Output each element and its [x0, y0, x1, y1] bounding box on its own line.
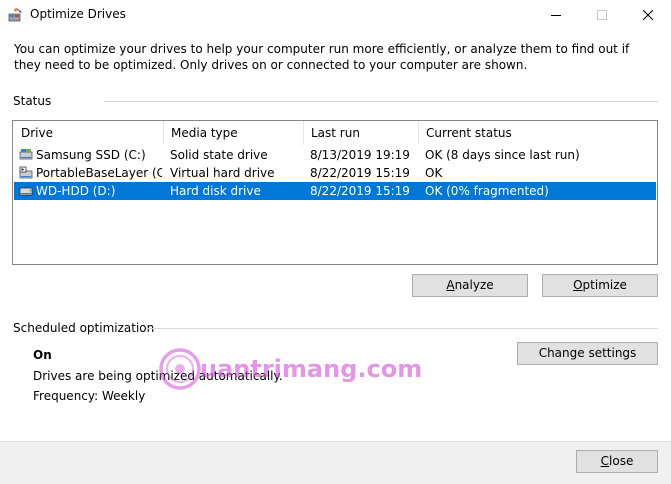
watermark-text: uantrimang.com	[200, 355, 423, 383]
last-run: 8/13/2019 19:19	[310, 148, 410, 162]
column-header-drive[interactable]: Drive	[14, 121, 164, 145]
schedule-state: On	[33, 348, 52, 362]
drive-list[interactable]: Drive Media type Last run Current status…	[12, 120, 658, 265]
current-status: OK (0% fragmented)	[425, 184, 549, 198]
window-title: Optimize Drives	[30, 7, 126, 21]
watermark-circle-icon	[159, 348, 201, 390]
status-section-label: Status	[13, 94, 52, 108]
scheduled-divider	[146, 328, 658, 329]
drive-name: Samsung SSD (C:)	[36, 148, 146, 162]
column-header-last-run[interactable]: Last run	[304, 121, 419, 145]
change-settings-button[interactable]: Change settings	[517, 342, 658, 365]
optimize-button[interactable]: Optimize	[542, 274, 658, 297]
close-icon	[643, 10, 653, 20]
footer-bar	[0, 441, 671, 484]
minimize-button[interactable]	[533, 0, 579, 30]
drive-row-selected[interactable]: WD-HDD (D:) Hard disk drive 8/22/2019 15…	[14, 182, 656, 200]
virtual-drive-icon	[19, 166, 33, 180]
title-bar[interactable]: Optimize Drives	[0, 0, 671, 30]
column-header-media-type[interactable]: Media type	[164, 121, 304, 145]
drive-row[interactable]: PortableBaseLayer (C:\... Virtual hard d…	[14, 164, 656, 182]
current-status: OK (8 days since last run)	[425, 148, 580, 162]
close-button[interactable]: Close	[576, 450, 658, 473]
close-window-button[interactable]	[625, 0, 671, 30]
last-run: 8/22/2019 15:19	[310, 184, 410, 198]
status-divider	[104, 101, 658, 102]
minimize-icon	[551, 15, 561, 16]
schedule-frequency: Frequency: Weekly	[33, 389, 146, 403]
watermark-logo: uantrimang.com	[158, 347, 422, 391]
media-type: Virtual hard drive	[170, 166, 275, 180]
defrag-app-icon	[8, 7, 24, 23]
maximize-button[interactable]	[579, 0, 625, 30]
media-type: Hard disk drive	[170, 184, 261, 198]
column-header-current-status[interactable]: Current status	[419, 121, 657, 145]
drive-name: WD-HDD (D:)	[36, 184, 116, 198]
scheduled-section-label: Scheduled optimization	[13, 321, 155, 335]
media-type: Solid state drive	[170, 148, 268, 162]
last-run: 8/22/2019 15:19	[310, 166, 410, 180]
drive-name: PortableBaseLayer (C:\...	[36, 166, 162, 180]
maximize-icon	[597, 10, 607, 20]
description-text: You can optimize your drives to help you…	[14, 42, 630, 72]
ssd-drive-icon	[19, 148, 33, 162]
hdd-drive-icon	[19, 184, 33, 198]
analyze-button[interactable]: Analyze	[412, 274, 528, 297]
drive-row[interactable]: Samsung SSD (C:) Solid state drive 8/13/…	[14, 146, 656, 164]
current-status: OK	[425, 166, 443, 180]
